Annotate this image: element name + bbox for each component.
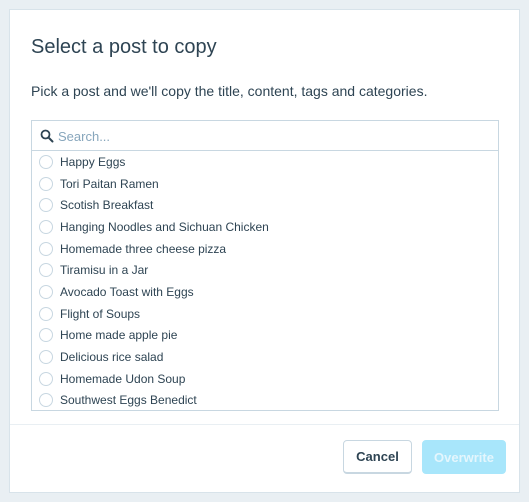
post-radio[interactable] <box>39 154 53 169</box>
post-title: Avocado Toast with Eggs <box>60 284 194 299</box>
post-radio[interactable] <box>39 306 53 321</box>
post-title: Flight of Soups <box>60 306 141 321</box>
post-title: Homemade Udon Soup <box>60 371 186 386</box>
post-radio[interactable] <box>39 328 53 343</box>
search-bar <box>32 121 498 151</box>
post-list-item[interactable]: Delicious rice salad <box>32 346 498 368</box>
post-radio[interactable] <box>39 176 53 191</box>
post-title: Homemade three cheese pizza <box>60 241 227 256</box>
post-title: Happy Eggs <box>60 154 126 169</box>
post-list-item[interactable]: Flight of Soups <box>32 303 498 325</box>
post-radio[interactable] <box>39 371 53 386</box>
post-title: Tiramisu in a Jar <box>60 263 149 278</box>
post-list-item[interactable]: Southwest Eggs Benedict <box>32 390 498 410</box>
post-radio[interactable] <box>39 350 53 365</box>
post-title: Delicious rice salad <box>60 350 164 365</box>
post-list: Happy Eggs Tori Paitan Ramen Scotish Bre… <box>32 151 498 410</box>
post-title: Home made apple pie <box>60 328 178 343</box>
overwrite-button[interactable]: Overwrite <box>422 440 506 474</box>
post-list-item[interactable]: Scotish Breakfast <box>32 194 498 216</box>
post-list-item[interactable]: Home made apple pie <box>32 325 498 347</box>
post-list-item[interactable]: Happy Eggs <box>32 151 498 173</box>
footer-divider <box>10 424 519 425</box>
copy-post-dialog: Select a post to copy Pick a post and we… <box>10 10 519 492</box>
post-radio[interactable] <box>39 284 53 299</box>
dialog-subtitle: Pick a post and we'll copy the title, co… <box>31 83 428 99</box>
post-title: Southwest Eggs Benedict <box>60 393 197 408</box>
post-radio[interactable] <box>39 241 53 256</box>
post-radio[interactable] <box>39 393 53 408</box>
post-selector: Happy Eggs Tori Paitan Ramen Scotish Bre… <box>31 120 499 411</box>
post-list-item[interactable]: Tori Paitan Ramen <box>32 173 498 195</box>
search-icon <box>40 129 54 143</box>
search-input[interactable] <box>58 125 488 147</box>
post-title: Scotish Breakfast <box>60 198 154 213</box>
post-list-item[interactable]: Homemade Udon Soup <box>32 368 498 390</box>
post-radio[interactable] <box>39 219 53 234</box>
post-list-item[interactable]: Avocado Toast with Eggs <box>32 281 498 303</box>
post-radio[interactable] <box>39 198 53 213</box>
post-title: Tori Paitan Ramen <box>60 176 159 191</box>
post-list-item[interactable]: Tiramisu in a Jar <box>32 259 498 281</box>
post-list-item[interactable]: Hanging Noodles and Sichuan Chicken <box>32 216 498 238</box>
cancel-button[interactable]: Cancel <box>343 440 412 474</box>
post-radio[interactable] <box>39 263 53 278</box>
post-title: Hanging Noodles and Sichuan Chicken <box>60 219 269 234</box>
dialog-title: Select a post to copy <box>31 36 217 58</box>
post-list-item[interactable]: Homemade three cheese pizza <box>32 238 498 260</box>
